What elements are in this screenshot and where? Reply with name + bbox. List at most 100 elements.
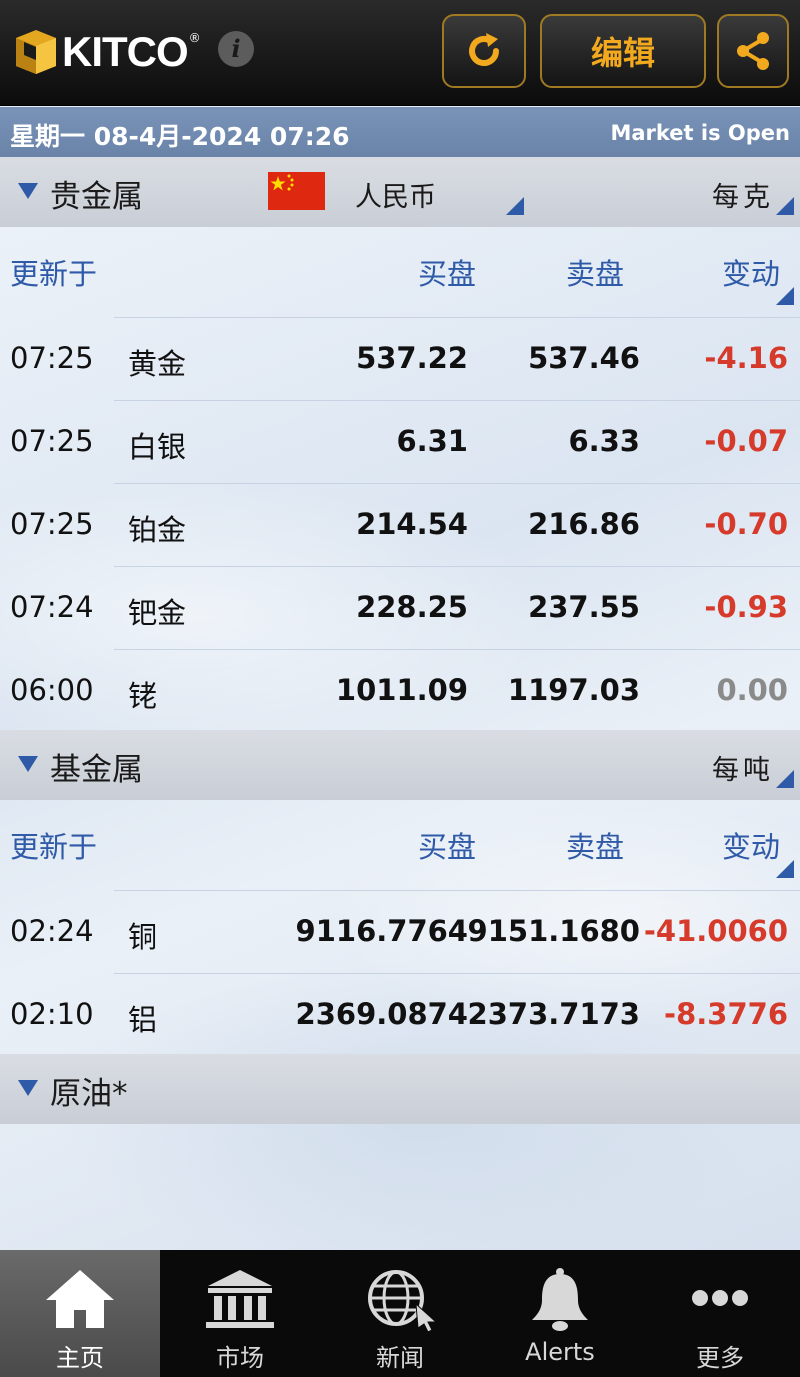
share-button[interactable] (717, 14, 789, 88)
tab-label: 更多 (696, 1344, 744, 1372)
info-icon[interactable]: i (218, 31, 254, 67)
header-ask: 卖盘 (565, 830, 624, 864)
table-row[interactable]: 07:25 铂金 214.54 216.86 -0.70 (0, 483, 800, 566)
tab-more[interactable]: 更多 (640, 1250, 800, 1377)
row-change: -4.16 (704, 341, 788, 375)
market-status: Market is Open (610, 121, 790, 145)
section-precious-metals[interactable]: 贵金属 人民币 每克 (0, 157, 800, 227)
table-row[interactable]: 02:10 铝 2369.0874 2373.7173 -8.3776 (0, 973, 800, 1056)
collapse-arrow-icon (18, 1080, 38, 1096)
row-change: 0.00 (716, 673, 788, 707)
refresh-button[interactable] (442, 14, 526, 88)
share-icon (737, 32, 769, 70)
currency-dropdown-icon[interactable] (506, 197, 524, 215)
row-time: 06:00 (10, 673, 94, 707)
current-date: 星期一 08-4月-2024 07:26 (10, 122, 350, 151)
row-change: -41.0060 (643, 914, 788, 948)
tab-news[interactable]: 新闻 (320, 1250, 480, 1377)
row-change: -0.07 (704, 424, 788, 458)
section-title: 原油* (50, 1076, 128, 1112)
section-title: 基金属 (50, 752, 143, 788)
row-name: 铂金 (128, 513, 187, 547)
table-row[interactable]: 07:25 白银 6.31 6.33 -0.07 (0, 400, 800, 483)
currency-selector[interactable]: 人民币 (355, 175, 436, 214)
row-name: 铑 (128, 679, 158, 713)
row-time: 07:25 (10, 424, 94, 458)
row-ask: 2373.7173 (467, 997, 640, 1031)
edit-button[interactable]: 编辑 (540, 14, 706, 88)
section-title: 贵金属 (50, 179, 143, 215)
table-row[interactable]: 07:25 黄金 537.22 537.46 -4.16 (0, 317, 800, 400)
row-ask: 216.86 (528, 507, 640, 541)
table-header: 更新于 买盘 卖盘 变动 (0, 227, 800, 317)
table-header: 更新于 买盘 卖盘 变动 (0, 800, 800, 890)
header-updated: 更新于 (10, 830, 98, 864)
row-bid: 9116.7764 (295, 914, 468, 948)
globe-icon (368, 1270, 438, 1333)
row-ask: 9151.1680 (467, 914, 640, 948)
row-name: 铜 (128, 920, 158, 954)
unit-selector[interactable]: 每吨 (712, 748, 774, 787)
tab-alerts[interactable]: Alerts (480, 1250, 640, 1377)
top-bar: KITCO ® i 编辑 (0, 0, 800, 106)
header-change[interactable]: 变动 (722, 824, 780, 866)
row-bid: 1011.09 (335, 673, 468, 707)
row-ask: 237.55 (528, 590, 640, 624)
collapse-arrow-icon (18, 756, 38, 772)
status-bar: 星期一 08-4月-2024 07:26 Market is Open (0, 107, 800, 157)
row-name: 黄金 (128, 347, 187, 381)
row-change: -8.3776 (664, 997, 788, 1031)
bank-icon (206, 1270, 274, 1328)
row-name: 白银 (128, 430, 187, 464)
refresh-icon (469, 33, 499, 66)
row-time: 07:25 (10, 341, 94, 375)
tab-market[interactable]: 市场 (160, 1250, 320, 1377)
row-bid: 6.31 (396, 424, 468, 458)
row-name: 铝 (128, 1003, 158, 1037)
unit-dropdown-icon[interactable] (776, 197, 794, 215)
section-base-metals[interactable]: 基金属 每吨 (0, 730, 800, 800)
tab-label: 主页 (56, 1344, 104, 1372)
row-time: 02:24 (10, 914, 94, 948)
home-icon (46, 1270, 114, 1328)
row-time: 02:10 (10, 997, 94, 1031)
unit-selector[interactable]: 每克 (712, 175, 774, 214)
tab-label: Alerts (525, 1338, 595, 1366)
china-flag-icon[interactable] (268, 172, 325, 210)
change-dropdown-icon[interactable] (776, 860, 794, 878)
row-ask: 1197.03 (507, 673, 640, 707)
logo-text: KITCO (62, 28, 189, 75)
table-row[interactable]: 06:00 铑 1011.09 1197.03 0.00 (0, 649, 800, 732)
row-change: -0.70 (704, 507, 788, 541)
bell-icon (532, 1268, 588, 1331)
row-ask: 6.33 (568, 424, 640, 458)
header-updated: 更新于 (10, 257, 98, 291)
tab-home[interactable]: 主页 (0, 1250, 160, 1377)
logo-registered-mark: ® (188, 31, 201, 45)
table-row[interactable]: 02:24 铜 9116.7764 9151.1680 -41.0060 (0, 890, 800, 973)
header-bid: 买盘 (417, 257, 476, 291)
more-icon (692, 1290, 748, 1306)
unit-dropdown-icon[interactable] (776, 770, 794, 788)
kitco-logo: KITCO ® (14, 26, 201, 78)
row-ask: 537.46 (528, 341, 640, 375)
header-change[interactable]: 变动 (722, 251, 780, 293)
change-dropdown-icon[interactable] (776, 287, 794, 305)
row-name: 钯金 (128, 596, 187, 630)
row-bid: 2369.0874 (295, 997, 468, 1031)
tab-label: 市场 (216, 1344, 264, 1372)
row-bid: 228.25 (356, 590, 468, 624)
table-row[interactable]: 07:24 钯金 228.25 237.55 -0.93 (0, 566, 800, 649)
section-crude-oil[interactable]: 原油* (0, 1054, 800, 1124)
header-bid: 买盘 (417, 830, 476, 864)
content-area: 贵金属 人民币 每克 更新于 买盘 卖盘 变动 07:25 黄金 537.22 … (0, 157, 800, 1250)
row-bid: 214.54 (356, 507, 468, 541)
bottom-tab-bar: 主页 市场 新闻 Alerts 更多 (0, 1250, 800, 1377)
row-time: 07:24 (10, 590, 94, 624)
row-time: 07:25 (10, 507, 94, 541)
gold-bar-logo-icon (16, 30, 56, 74)
tab-label: 新闻 (376, 1344, 424, 1372)
collapse-arrow-icon (18, 183, 38, 199)
header-ask: 卖盘 (565, 257, 624, 291)
row-bid: 537.22 (356, 341, 468, 375)
